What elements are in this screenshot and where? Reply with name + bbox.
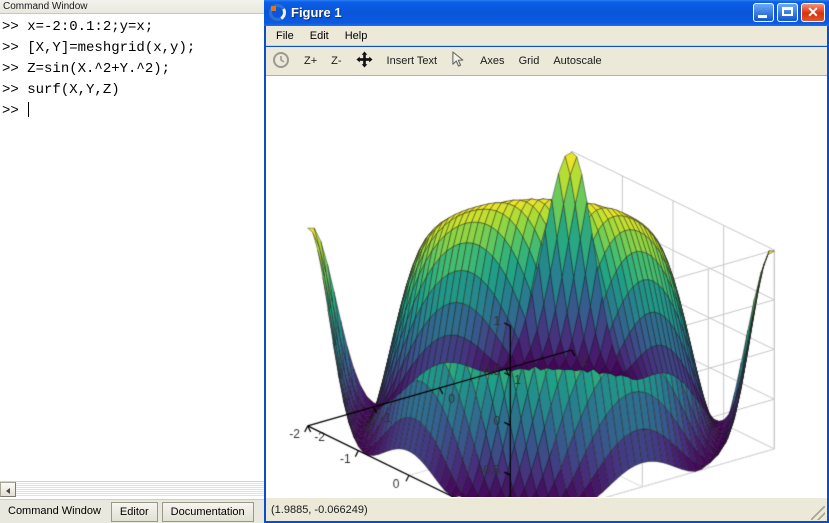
move-four-arrows-icon — [356, 51, 373, 76]
status-coordinates-text: (1.9885, -0.066249) — [271, 504, 368, 516]
toolbar-axes-button[interactable]: Axes — [480, 51, 504, 72]
console-command-text: Z=sin(X.^2+Y.^2); — [27, 61, 171, 77]
figure-title-bar[interactable]: Figure 1 ✕ — [264, 0, 829, 26]
console-prompt: >> — [2, 103, 28, 119]
toolbar-autoscale-button[interactable]: Autoscale — [553, 51, 601, 72]
console-line: >> [X,Y]=meshgrid(x,y); — [2, 38, 262, 59]
console-tab-editor[interactable]: Editor — [110, 502, 158, 522]
cursor-arrow-icon — [451, 51, 466, 76]
minimize-icon — [758, 15, 767, 18]
menu-item-edit[interactable]: Edit — [304, 28, 335, 44]
toolbar-grid-button[interactable]: Grid — [519, 51, 540, 72]
console-command-text: [X,Y]=meshgrid(x,y); — [27, 40, 196, 56]
toolbar-cursor-arrow-button[interactable] — [451, 51, 466, 72]
resize-grip-icon[interactable] — [811, 506, 825, 520]
console-line: >> x=-2:0.1:2;y=x; — [2, 17, 262, 38]
command-window-text-area[interactable]: >> x=-2:0.1:2;y=x; >> [X,Y]=meshgrid(x,y)… — [0, 15, 262, 480]
toolbar-button-label: Z- — [331, 55, 342, 67]
figure-toolbar: Z+ Z- Insert Text Axes Grid Autoscale — [266, 47, 827, 76]
surface-plot-canvas[interactable] — [266, 76, 827, 497]
toolbar-button-label: Z+ — [304, 55, 318, 67]
figure-status-bar: (1.9885, -0.066249) — [266, 497, 827, 521]
text-caret — [28, 102, 30, 117]
console-tab-bar: Command Window Editor Documentation — [0, 499, 264, 523]
toolbar-z-button[interactable]: Z+ — [304, 51, 317, 72]
app-root: Command Window >> x=-2:0.1:2;y=x; >> [X,Y… — [0, 0, 829, 523]
toolbar-button-label: Autoscale — [553, 55, 602, 67]
triangle-left-icon — [6, 488, 10, 494]
toolbar-insert-text-button[interactable]: Insert Text — [387, 51, 438, 72]
toolbar-button-label: Grid — [518, 55, 540, 67]
console-prompt: >> — [2, 82, 28, 98]
figure-window: Figure 1 ✕ File Edit Help Z+ Z- Insert Text A… — [264, 0, 829, 523]
console-command-text: x=-2:0.1:2;y=x; — [27, 19, 154, 35]
toolbar-button-label: Axes — [480, 55, 505, 67]
console-line: >> Z=sin(X.^2+Y.^2); — [2, 59, 262, 80]
console-tab-documentation[interactable]: Documentation — [161, 502, 254, 522]
console-tab-command-window[interactable]: Command Window — [2, 502, 107, 522]
menu-item-file[interactable]: File — [270, 28, 300, 44]
console-prompt: >> — [2, 40, 28, 56]
toolbar-button-label: Insert Text — [386, 55, 438, 67]
close-button[interactable]: ✕ — [801, 3, 825, 22]
console-prompt: >> — [2, 19, 28, 35]
command-window-horizontal-scrollbar[interactable] — [0, 481, 264, 497]
command-window-panel: Command Window >> x=-2:0.1:2;y=x; >> [X,Y… — [0, 0, 264, 523]
toolbar-z-button[interactable]: Z- — [331, 51, 341, 72]
command-window-header: Command Window — [0, 0, 264, 14]
figure-menu-bar: File Edit Help — [266, 26, 827, 46]
console-line: >> — [2, 101, 262, 122]
console-prompt: >> — [2, 61, 28, 77]
scilab-circle-icon — [269, 4, 286, 21]
refresh-circle-icon — [272, 51, 290, 77]
close-icon: ✕ — [807, 4, 819, 20]
figure-title-text: Figure 1 — [291, 5, 342, 20]
maximize-button[interactable] — [777, 3, 798, 22]
figure-plot-area[interactable] — [266, 76, 827, 497]
scroll-left-button[interactable] — [0, 482, 16, 497]
toolbar-refresh-circle-button[interactable] — [272, 51, 290, 72]
menu-item-help[interactable]: Help — [339, 28, 374, 44]
maximize-icon — [782, 7, 793, 16]
minimize-button[interactable] — [753, 3, 774, 22]
console-command-text: surf(X,Y,Z) — [27, 82, 120, 98]
toolbar-move-four-arrows-button[interactable] — [356, 51, 373, 72]
console-line: >> surf(X,Y,Z) — [2, 80, 262, 101]
